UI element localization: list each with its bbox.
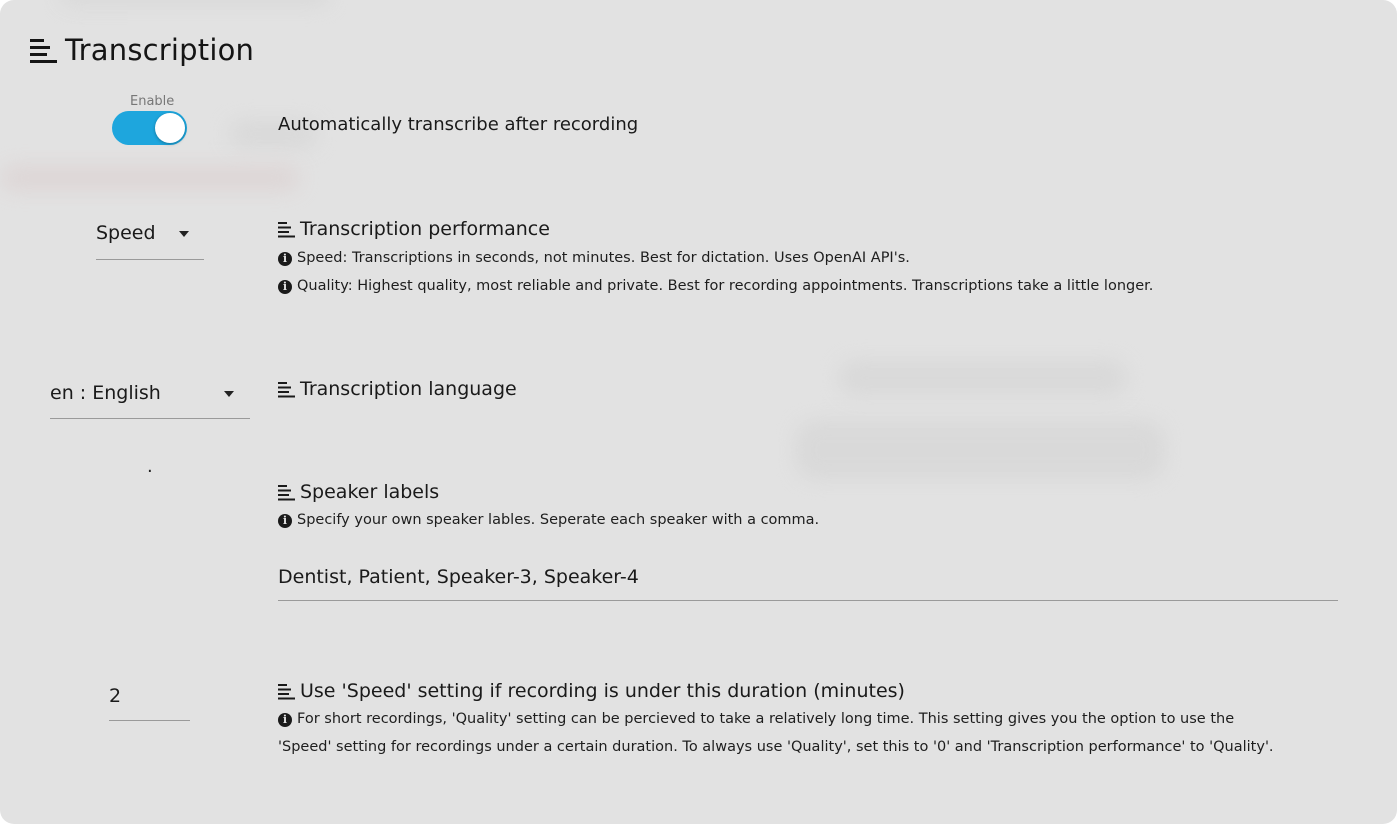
- background-blur: [60, 0, 330, 6]
- page-title: Transcription: [30, 28, 254, 72]
- lines-icon: [278, 221, 295, 237]
- performance-select-value: Speed: [96, 222, 156, 244]
- info-circle-icon: i: [278, 713, 292, 727]
- performance-select[interactable]: Speed: [96, 220, 204, 260]
- info-circle-icon: i: [278, 280, 292, 294]
- speaker-labels-value: Dentist, Patient, Speaker-3, Speaker-4: [278, 566, 639, 588]
- transcription-panel: Transcription Enable Automatically trans…: [0, 0, 1397, 824]
- language-heading-text: Transcription language: [300, 378, 517, 400]
- speed-info-text: Speed: Transcriptions in seconds, not mi…: [297, 250, 910, 266]
- quality-info-text: Quality: Highest quality, most reliable …: [297, 278, 1154, 294]
- background-blur: [0, 165, 300, 191]
- speed-info: i Speed: Transcriptions in seconds, not …: [278, 250, 910, 272]
- auto-transcribe-toggle[interactable]: [112, 111, 187, 145]
- toggle-knob: [155, 113, 185, 143]
- page-title-text: Transcription: [65, 33, 255, 67]
- duration-info-line2: 'Speed' setting for recordings under a c…: [278, 739, 1274, 755]
- speaker-marker: .: [147, 456, 153, 477]
- performance-heading: Transcription performance: [278, 216, 550, 242]
- chevron-down-icon: [179, 231, 189, 237]
- duration-info-line1: For short recordings, 'Quality' setting …: [297, 711, 1235, 727]
- duration-heading: Use 'Speed' setting if recording is unde…: [278, 678, 905, 704]
- info-circle-icon: i: [278, 252, 292, 266]
- info-circle-icon: i: [278, 514, 292, 528]
- toggle-label: Enable: [130, 94, 175, 109]
- language-select[interactable]: en : English: [50, 380, 250, 419]
- speaker-heading-text: Speaker labels: [300, 481, 440, 503]
- duration-info-text: For short recordings, 'Quality' setting …: [278, 705, 1274, 761]
- performance-heading-text: Transcription performance: [300, 218, 550, 240]
- speaker-heading: Speaker labels: [278, 479, 439, 505]
- duration-info: i For short recordings, 'Quality' settin…: [278, 711, 1368, 761]
- duration-value: 2: [109, 685, 122, 707]
- speaker-labels-input[interactable]: Dentist, Patient, Speaker-3, Speaker-4: [278, 560, 1338, 601]
- auto-transcribe-label: Automatically transcribe after recording: [278, 114, 639, 135]
- lines-icon: [278, 484, 295, 500]
- duration-heading-text: Use 'Speed' setting if recording is unde…: [300, 680, 905, 702]
- language-heading: Transcription language: [278, 376, 517, 402]
- lines-icon: [278, 381, 295, 397]
- speaker-info-text: Specify your own speaker lables. Seperat…: [297, 512, 820, 528]
- duration-input[interactable]: 2: [109, 680, 190, 721]
- speaker-info: i Specify your own speaker lables. Seper…: [278, 512, 819, 534]
- lines-icon: [30, 38, 57, 63]
- lines-icon: [278, 683, 295, 699]
- language-select-value: en : English: [50, 382, 161, 404]
- quality-info: i Quality: Highest quality, most reliabl…: [278, 278, 1153, 300]
- chevron-down-icon: [224, 391, 234, 397]
- background-blur: [795, 420, 1165, 480]
- background-blur: [838, 360, 1128, 396]
